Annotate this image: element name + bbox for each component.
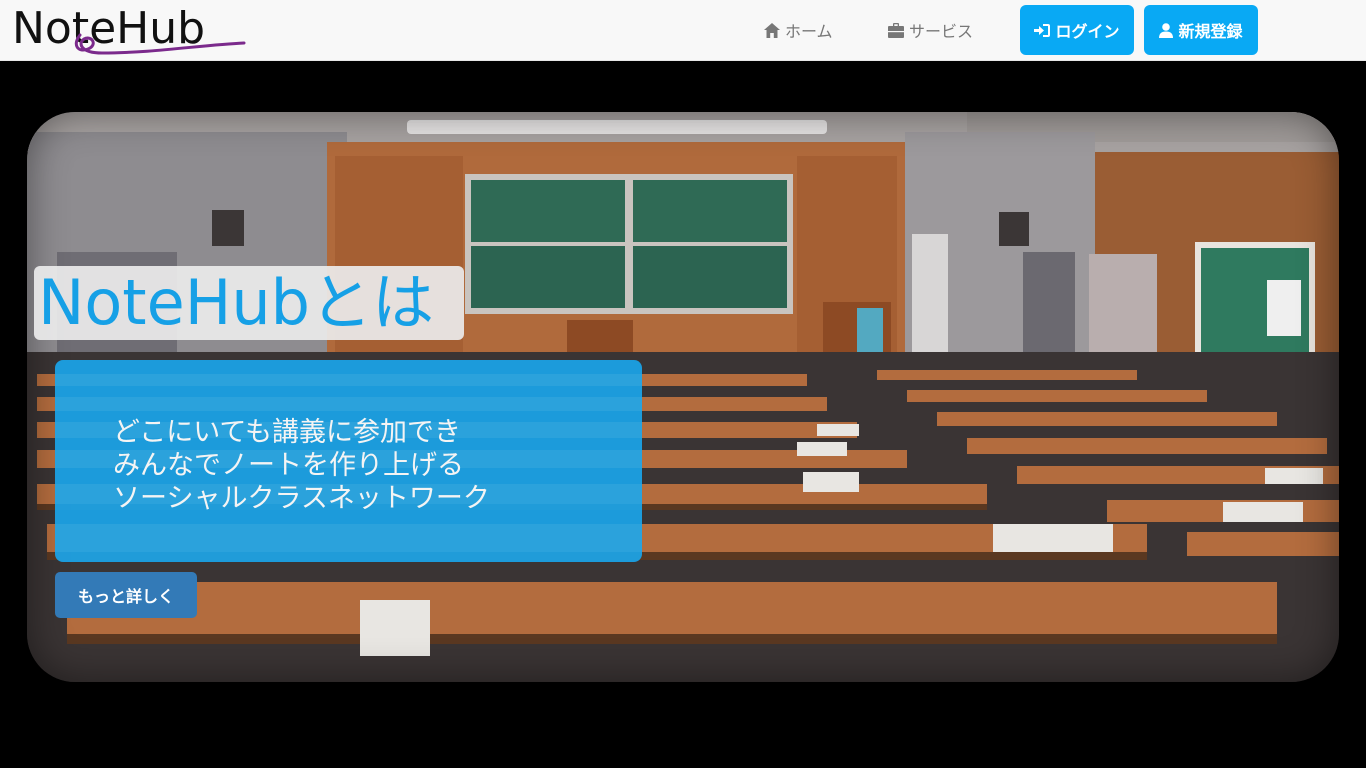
nav-services-link[interactable]: サービス — [888, 0, 973, 60]
tagline-line-2: みんなでノートを作り上げる — [113, 450, 464, 481]
signup-button[interactable]: 新規登録 — [1144, 5, 1258, 55]
briefcase-icon — [888, 22, 904, 38]
hero-tagline-panel: どこにいても講義に参加でき みんなでノートを作り上げる ソーシャルクラスネットワ… — [55, 360, 642, 562]
nav-services-label: サービス — [909, 22, 974, 41]
sign-in-icon — [1034, 23, 1051, 37]
login-label: ログイン — [1055, 22, 1120, 41]
nav-home-label: ホーム — [785, 22, 833, 41]
hero-title: NoteHubとは — [34, 266, 464, 340]
logo-swash-decoration — [74, 33, 246, 55]
home-icon — [764, 22, 780, 38]
login-button[interactable]: ログイン — [1020, 5, 1134, 55]
notehub-logo[interactable]: NoteHub — [12, 3, 246, 58]
nav-home-link[interactable]: ホーム — [764, 0, 833, 60]
tagline-line-1: どこにいても講義に参加でき — [113, 417, 462, 448]
hero-tagline: どこにいても講義に参加でき みんなでノートを作り上げる ソーシャルクラスネットワ… — [113, 416, 490, 515]
signup-label: 新規登録 — [1178, 22, 1243, 41]
user-icon — [1159, 22, 1174, 38]
learn-more-button[interactable]: もっと詳しく — [55, 572, 197, 618]
top-navbar: NoteHub ホーム サービス ログイン 新規登録 — [0, 0, 1366, 61]
tagline-line-3: ソーシャルクラスネットワーク — [113, 483, 490, 514]
